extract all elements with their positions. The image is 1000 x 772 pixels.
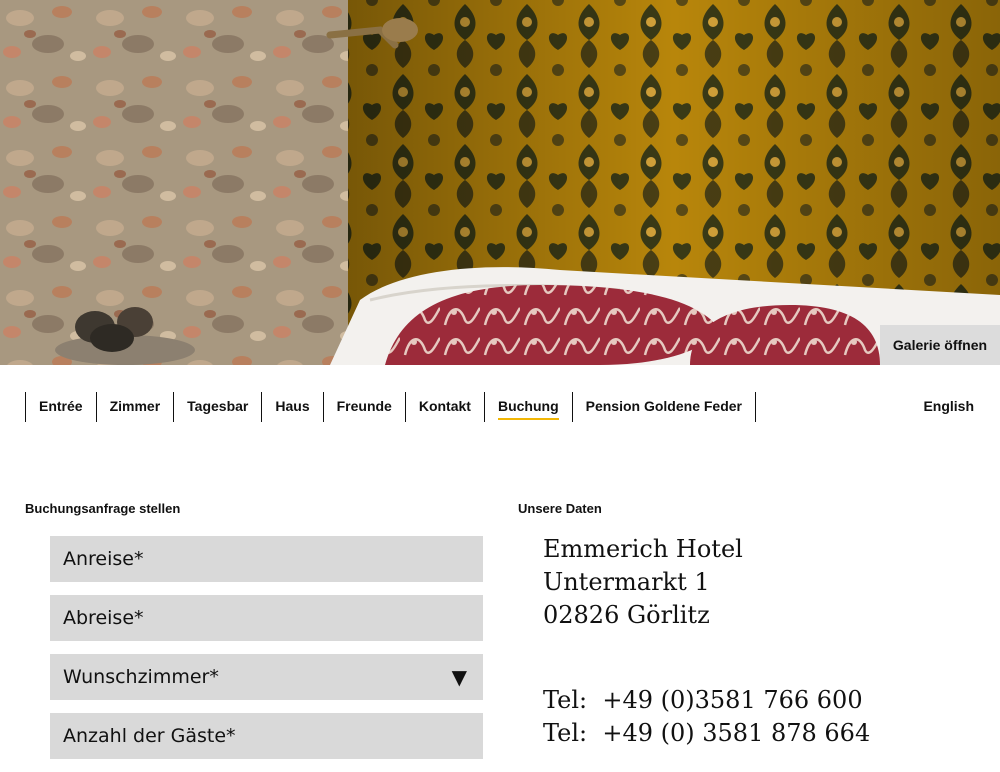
departure-date-field[interactable]: Abreise* [50,595,483,641]
hotel-room-photo [0,0,1000,365]
hero-image: Galerie öffnen [0,0,1000,365]
nav-item-label: Tagesbar [187,398,249,414]
guest-count-field[interactable]: Anzahl der Gäste* [50,713,483,759]
hotel-address: Emmerich Hotel Untermarkt 1 02826 Görlit… [543,533,870,750]
gallery-open-button[interactable]: Galerie öffnen [880,325,1000,365]
chevron-down-icon: ▼ [451,665,467,689]
nav-item-freunde[interactable]: Freunde [322,392,405,422]
nav-item-buchung[interactable]: Buchung [483,392,572,422]
hotel-name: Emmerich Hotel [543,535,743,563]
nav-item-haus[interactable]: Haus [261,392,322,422]
hotel-street: Untermarkt 1 [543,568,710,596]
room-select-label: Wunschzimmer* [63,666,219,688]
contact-heading: Unsere Daten [518,501,602,516]
nav-item-label: Freunde [336,398,392,414]
language-switch-link[interactable]: English [923,392,974,420]
nav-item-label: Haus [275,398,310,414]
nav-item-label: Buchung [497,392,559,420]
arrival-date-field[interactable]: Anreise* [50,536,483,582]
nav-item-label: Entrée [39,398,83,414]
nav-item-pension-goldene-feder[interactable]: Pension Goldene Feder [571,392,756,422]
nav-item-tagesbar[interactable]: Tagesbar [173,392,261,422]
room-select[interactable]: Wunschzimmer* ▼ [50,654,483,700]
nav-item-label: Zimmer [109,398,161,414]
nav-item-label: Pension Goldene Feder [585,398,742,414]
booking-heading: Buchungsanfrage stellen [25,501,181,516]
phone-number-2[interactable]: Tel: +49 (0) 3581 878 664 [543,717,870,750]
nav-item-zimmer[interactable]: Zimmer [95,392,174,422]
main-nav: Entrée Zimmer Tagesbar Haus Freunde Kont… [25,392,756,422]
booking-form: Anreise* Abreise* Wunschzimmer* ▼ Anzahl… [50,536,483,772]
phone-number-1[interactable]: Tel: +49 (0)3581 766 600 [543,684,870,717]
nav-item-kontakt[interactable]: Kontakt [404,392,484,422]
hotel-city: 02826 Görlitz [543,601,710,629]
nav-item-entree[interactable]: Entrée [25,392,96,422]
nav-item-label: Kontakt [418,398,471,414]
